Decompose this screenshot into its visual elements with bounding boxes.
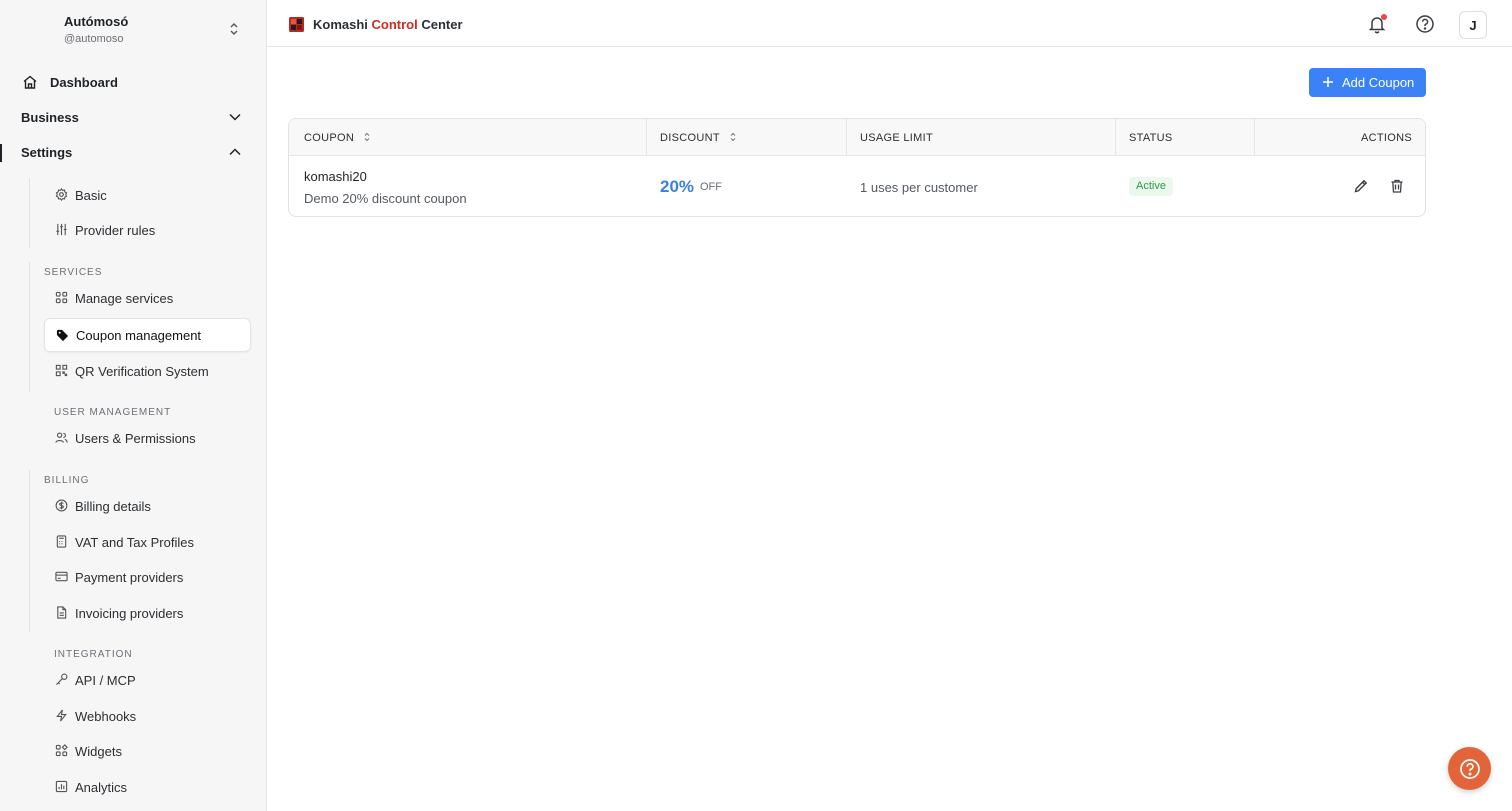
calculator-icon bbox=[56, 535, 67, 548]
column-coupon[interactable]: COUPON bbox=[289, 119, 646, 156]
column-actions: ACTIONS bbox=[1361, 132, 1412, 144]
section-user-management: USER MANAGEMENT bbox=[54, 407, 172, 418]
nav-manage-services[interactable]: Manage services bbox=[44, 282, 251, 314]
nav-analytics[interactable]: Analytics bbox=[44, 771, 251, 803]
key-icon bbox=[55, 673, 68, 686]
dollar-circle-icon bbox=[55, 499, 68, 512]
section-integration: INTEGRATION bbox=[54, 649, 133, 660]
section-services: SERVICES bbox=[44, 267, 103, 278]
column-discount[interactable]: DISCOUNT bbox=[647, 119, 846, 156]
nav-qr-verification[interactable]: QR Verification System bbox=[44, 355, 251, 387]
tag-icon bbox=[56, 329, 69, 342]
help-chat-button[interactable] bbox=[1448, 747, 1491, 790]
nav-vat-tax-label: VAT and Tax Profiles bbox=[75, 535, 194, 550]
nav-provider-rules[interactable]: Provider rules bbox=[44, 214, 251, 246]
nav-business-label: Business bbox=[21, 109, 79, 125]
nav-users-permissions[interactable]: Users & Permissions bbox=[44, 422, 251, 454]
section-billing: BILLING bbox=[44, 475, 90, 486]
sidebar: Autómosó @automoso Dashboard Business Se… bbox=[0, 0, 267, 811]
question-circle-icon bbox=[1459, 758, 1480, 779]
widgets-icon bbox=[55, 744, 68, 757]
nav-qr-verification-label: QR Verification System bbox=[75, 364, 209, 379]
plus-icon bbox=[1323, 77, 1333, 87]
credit-card-icon bbox=[55, 571, 68, 582]
sort-icon bbox=[364, 132, 370, 142]
nav-api-mcp-label: API / MCP bbox=[75, 673, 136, 688]
nav-basic-label: Basic bbox=[75, 188, 107, 203]
usage-limit: 1 uses per customer bbox=[860, 180, 978, 195]
nav-analytics-label: Analytics bbox=[75, 780, 128, 795]
help-icon[interactable] bbox=[1415, 14, 1435, 34]
column-status: STATUS bbox=[1129, 132, 1173, 144]
nav-provider-rules-label: Provider rules bbox=[75, 223, 156, 238]
nav-vat-tax[interactable]: VAT and Tax Profiles bbox=[44, 526, 251, 558]
nav-coupon-management[interactable]: Coupon management bbox=[44, 318, 251, 352]
user-avatar[interactable]: J bbox=[1459, 11, 1487, 39]
users-icon bbox=[55, 432, 68, 443]
brand-name: Komashi Control Center bbox=[313, 17, 463, 32]
nav-webhooks-label: Webhooks bbox=[75, 709, 137, 724]
submenu-guide bbox=[29, 470, 30, 632]
chevron-up-down-icon[interactable] bbox=[228, 21, 240, 37]
coupon-code: komashi20 bbox=[304, 169, 367, 184]
nav-billing-details-label: Billing details bbox=[75, 499, 151, 514]
org-name: Autómosó bbox=[64, 14, 129, 29]
org-handle: @automoso bbox=[64, 33, 124, 45]
nav-business[interactable]: Business bbox=[0, 101, 266, 133]
sliders-icon bbox=[56, 223, 67, 236]
nav-users-permissions-label: Users & Permissions bbox=[75, 431, 196, 446]
coupon-description: Demo 20% discount coupon bbox=[304, 191, 467, 206]
column-usage-limit: USAGE LIMIT bbox=[860, 132, 933, 144]
gear-icon bbox=[55, 188, 68, 201]
nav-invoicing-providers-label: Invoicing providers bbox=[75, 606, 184, 621]
nav-dashboard-label: Dashboard bbox=[50, 74, 118, 90]
active-indicator bbox=[0, 144, 2, 162]
grid-icon bbox=[55, 291, 68, 304]
add-coupon-label: Add Coupon bbox=[1342, 75, 1415, 90]
pencil-icon[interactable] bbox=[1353, 178, 1369, 194]
top-header: Komashi Control Center bbox=[267, 0, 1512, 47]
submenu-guide bbox=[29, 178, 30, 248]
nav-widgets[interactable]: Widgets bbox=[44, 735, 251, 767]
nav-webhooks[interactable]: Webhooks bbox=[44, 700, 251, 732]
status-badge: Active bbox=[1129, 177, 1173, 196]
nav-basic[interactable]: Basic bbox=[44, 179, 251, 211]
nav-api-mcp[interactable]: API / MCP bbox=[44, 664, 251, 696]
nav-invoicing-providers[interactable]: Invoicing providers bbox=[44, 597, 251, 629]
nav-widgets-label: Widgets bbox=[75, 744, 122, 759]
chevron-down-icon bbox=[229, 113, 241, 121]
table-row: komashi20 Demo 20% discount coupon 20% O… bbox=[289, 156, 1425, 216]
nav-coupon-management-label: Coupon management bbox=[76, 328, 202, 343]
discount-suffix: OFF bbox=[700, 181, 722, 193]
discount-value: 20% bbox=[660, 177, 695, 196]
add-coupon-button[interactable]: Add Coupon bbox=[1309, 68, 1426, 97]
brand-logo bbox=[289, 17, 304, 32]
trash-icon[interactable] bbox=[1389, 178, 1405, 194]
nav-manage-services-label: Manage services bbox=[75, 291, 174, 306]
coupon-table: COUPON DISCOUNT USAGE LIMIT STATUS ACTIO… bbox=[288, 118, 1426, 217]
chart-icon bbox=[55, 780, 68, 793]
table-header: COUPON DISCOUNT USAGE LIMIT STATUS ACTIO… bbox=[289, 119, 1425, 156]
nav-payment-providers[interactable]: Payment providers bbox=[44, 561, 251, 593]
sort-icon bbox=[730, 132, 736, 142]
nav-settings[interactable]: Settings bbox=[0, 136, 266, 168]
qr-code-icon bbox=[55, 364, 68, 377]
lightning-icon bbox=[56, 709, 67, 722]
submenu-guide bbox=[29, 262, 30, 392]
chevron-up-icon bbox=[229, 148, 241, 156]
nav-payment-providers-label: Payment providers bbox=[75, 570, 184, 585]
home-icon bbox=[23, 75, 37, 89]
nav-settings-label: Settings bbox=[21, 144, 73, 160]
nav-billing-details[interactable]: Billing details bbox=[44, 490, 251, 522]
document-icon bbox=[57, 606, 67, 619]
notification-badge bbox=[1381, 14, 1387, 20]
org-switcher[interactable]: Autómosó @automoso bbox=[0, 0, 266, 58]
nav-dashboard[interactable]: Dashboard bbox=[0, 66, 266, 98]
